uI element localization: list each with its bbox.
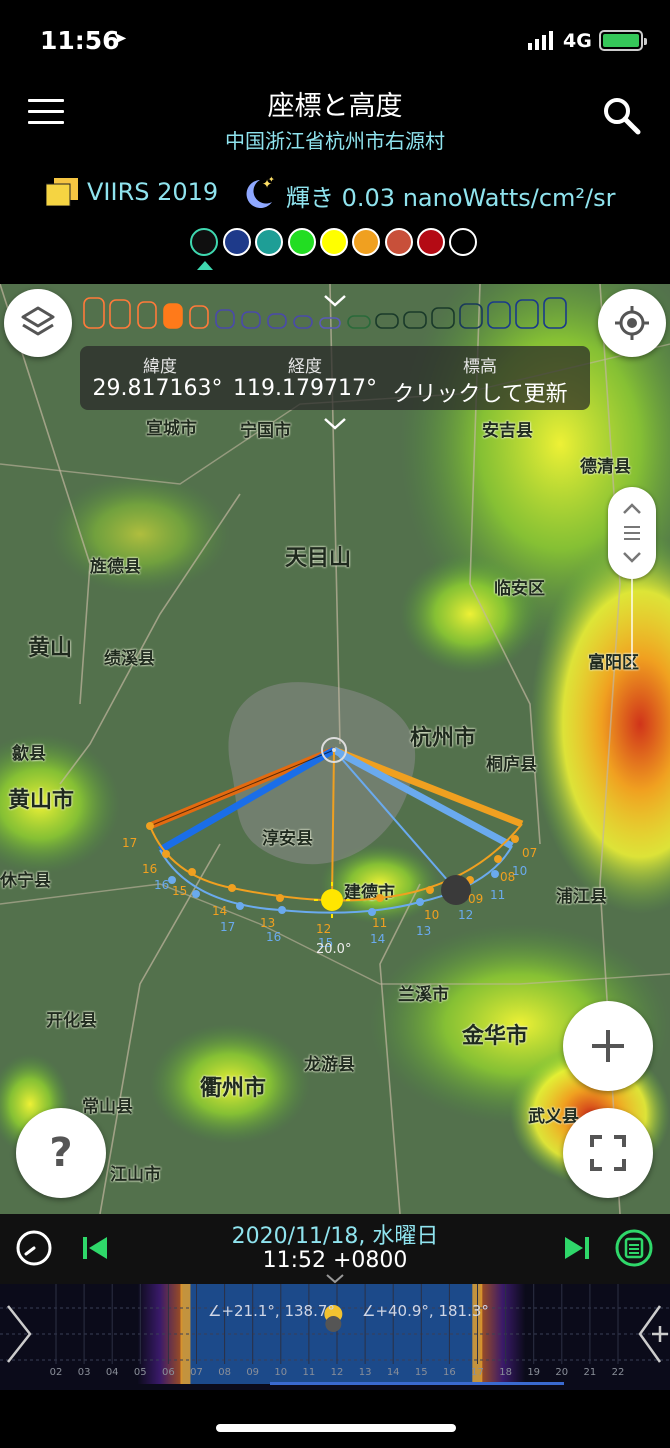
moon-hour-label: 12 bbox=[458, 908, 474, 922]
battery-icon bbox=[599, 30, 647, 51]
moon-hour-label: 16 bbox=[266, 930, 282, 944]
swatch-selected-marker bbox=[197, 261, 213, 270]
status-time: 11:56 bbox=[40, 26, 120, 55]
sun-hour-label: 09 bbox=[468, 892, 484, 906]
sun-hour-label: 07 bbox=[522, 846, 538, 860]
sun-hour-label: 11 bbox=[372, 916, 388, 930]
hour-tick-label: 21 bbox=[583, 1367, 597, 1378]
layers-square-icon bbox=[46, 178, 78, 206]
search-icon[interactable] bbox=[600, 94, 644, 138]
hour-tick-label: 04 bbox=[105, 1367, 119, 1378]
date-time-bar: 2020/11/18, 水曜日 11:52 +0800 bbox=[0, 1214, 670, 1284]
status-bar: 11:56 ➤ 4G bbox=[0, 0, 670, 80]
home-indicator bbox=[216, 1424, 456, 1432]
swatch-7[interactable] bbox=[417, 228, 445, 256]
sun-hour-label: 17 bbox=[122, 836, 138, 850]
hour-tick-label: 19 bbox=[527, 1367, 541, 1378]
skip-forward-icon[interactable] bbox=[556, 1228, 596, 1268]
swatch-5[interactable] bbox=[352, 228, 380, 256]
hour-tick-label: 02 bbox=[49, 1367, 63, 1378]
fullscreen-icon bbox=[590, 1135, 626, 1171]
chevron-right-icon[interactable] bbox=[2, 1304, 32, 1364]
hour-tick-label: 14 bbox=[386, 1367, 400, 1378]
moon-hour-label: 10 bbox=[512, 864, 528, 878]
hour-tick-label: 06 bbox=[162, 1367, 175, 1378]
zoom-in-button[interactable] bbox=[563, 1001, 653, 1091]
swatch-0[interactable] bbox=[190, 228, 218, 256]
network-type: 4G bbox=[563, 30, 592, 52]
hour-tick-label: 15 bbox=[414, 1367, 428, 1378]
map-view[interactable]: 宣城市 宁国市 安吉县 德清县 旌德县 天目山 临安区 黄山 绩溪县 富阳区 杭… bbox=[0, 284, 670, 1214]
hour-tick-label: 10 bbox=[274, 1367, 288, 1378]
hour-tick-label: 07 bbox=[190, 1367, 203, 1378]
swatch-8[interactable] bbox=[449, 228, 477, 256]
plus-icon bbox=[592, 1030, 624, 1062]
signal-icon bbox=[528, 31, 553, 50]
swatch-6[interactable] bbox=[385, 228, 413, 256]
sun-hour-label: 15 bbox=[172, 884, 188, 898]
moon-position-readout: ∠+21.1°, 138.7° bbox=[208, 1302, 335, 1320]
chevron-down-icon[interactable] bbox=[325, 1274, 345, 1284]
moon-hour-label: 16 bbox=[154, 878, 170, 892]
question-icon: ? bbox=[49, 1130, 73, 1176]
hour-tick-label: 12 bbox=[330, 1367, 344, 1378]
calendar-icon[interactable] bbox=[614, 1228, 654, 1268]
sun-moon-path-overlay bbox=[146, 737, 524, 918]
hour-tick-label: 11 bbox=[302, 1367, 316, 1378]
app-header: 座標と高度 中国浙江省杭州市右源村 bbox=[0, 80, 670, 170]
moon-hour-label: 14 bbox=[370, 932, 386, 946]
fullscreen-button[interactable] bbox=[563, 1108, 653, 1198]
layer-name[interactable]: VIIRS 2019 bbox=[87, 178, 218, 206]
hour-tick-label: 08 bbox=[218, 1367, 231, 1378]
sun-altitude-label: 20.0° bbox=[316, 942, 352, 957]
sun-elevation-timeline[interactable]: ∠+21.1°, 138.7° ∠+40.9°, 181.3° 02 03 04 05… bbox=[0, 1284, 670, 1390]
hour-tick-label: 16 bbox=[443, 1367, 456, 1378]
add-icon[interactable] bbox=[636, 1304, 670, 1364]
hour-tick-label: 05 bbox=[133, 1367, 147, 1378]
layer-info-row: VIIRS 2019 ✦ ✦ 輝き 0.03 nanoWatts/cm²/sr bbox=[0, 170, 670, 214]
hour-tick-label: 17 bbox=[471, 1367, 484, 1378]
glow-value: 輝き 0.03 nanoWatts/cm²/sr bbox=[286, 184, 616, 212]
sun-hour-label: 16 bbox=[142, 862, 158, 876]
hour-tick-label: 09 bbox=[246, 1367, 260, 1378]
moon-hour-label: 13 bbox=[416, 924, 432, 938]
hour-tick-label: 03 bbox=[77, 1367, 91, 1378]
location-arrow-icon: ➤ bbox=[112, 28, 128, 49]
swatch-2[interactable] bbox=[255, 228, 283, 256]
hour-tick-label: 13 bbox=[358, 1367, 372, 1378]
sun-position-readout: ∠+40.9°, 181.3° bbox=[362, 1302, 489, 1320]
swatch-1[interactable] bbox=[223, 228, 251, 256]
hour-tick-label: 20 bbox=[555, 1367, 569, 1378]
sun-hour-label: 10 bbox=[424, 908, 440, 922]
sun-hour-label: 14 bbox=[212, 904, 228, 918]
moon-hour-label: 17 bbox=[220, 920, 236, 934]
sun-hour-label: 13 bbox=[260, 916, 276, 930]
hour-tick-label: 22 bbox=[611, 1367, 625, 1378]
hour-tick-label: 18 bbox=[499, 1367, 512, 1378]
location-name[interactable]: 中国浙江省杭州市右源村 bbox=[0, 125, 670, 154]
moon-hour-label: 11 bbox=[490, 888, 506, 902]
sun-hour-label: 12 bbox=[316, 922, 332, 936]
moon-stars-icon: ✦✦ bbox=[246, 175, 275, 208]
visible-range-line bbox=[270, 1382, 564, 1385]
svg-text:✦: ✦ bbox=[268, 175, 275, 184]
swatch-3[interactable] bbox=[288, 228, 316, 256]
page-title: 座標と高度 bbox=[267, 91, 403, 122]
swatch-4[interactable] bbox=[320, 228, 348, 256]
help-button[interactable]: ? bbox=[16, 1108, 106, 1198]
